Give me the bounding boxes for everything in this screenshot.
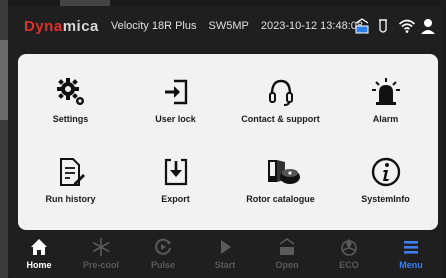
alarm-label: Alarm <box>372 114 399 124</box>
nav-pre-cool[interactable]: Pre-cool <box>70 232 132 278</box>
nav-menu[interactable]: Menu <box>380 232 442 278</box>
wifi-icon <box>398 17 416 35</box>
user-lock-label: User lock <box>155 114 196 124</box>
user-lock-button[interactable]: User lock <box>123 62 228 142</box>
menu-icon <box>401 237 421 257</box>
home-icon <box>29 237 49 257</box>
rotor-catalogue-label: Rotor catalogue <box>246 194 315 204</box>
export-label: Export <box>161 194 190 204</box>
contact-support-label: Contact & support <box>241 114 320 124</box>
login-icon <box>160 76 192 108</box>
lid-icon <box>354 17 370 35</box>
settings-button[interactable]: Settings <box>18 62 123 142</box>
export-icon <box>160 156 192 188</box>
pulse-icon <box>153 237 173 257</box>
info-icon <box>370 156 402 188</box>
nav-open-label: Open <box>275 260 299 270</box>
nav-start[interactable]: Start <box>194 232 256 278</box>
play-icon <box>215 237 235 257</box>
settings-label: Settings <box>52 114 89 124</box>
nav-menu-label: Menu <box>399 260 423 270</box>
eco-icon <box>339 237 359 257</box>
menu-panel: Settings User lock Contact & support Ala… <box>18 54 438 230</box>
document-edit-icon <box>55 156 87 188</box>
background-edge <box>0 0 8 278</box>
tube-icon <box>376 17 392 35</box>
nav-pulse-label: Pulse <box>150 260 175 270</box>
serial-number: SW5MP <box>208 20 249 32</box>
open-lid-icon <box>277 237 297 257</box>
system-info-label: SystemInfo <box>361 194 410 204</box>
device-screen: Dynamica Velocity 18R Plus SW5MP 2023-10… <box>8 6 442 278</box>
brand-logo-part-b: mica <box>62 17 99 35</box>
status-bar: Dynamica Velocity 18R Plus SW5MP 2023-10… <box>8 6 442 46</box>
rotor-catalogue-button[interactable]: Rotor catalogue <box>228 142 333 222</box>
run-history-label: Run history <box>45 194 96 204</box>
run-history-button[interactable]: Run history <box>18 142 123 222</box>
gears-icon <box>55 76 87 108</box>
snowflake-icon <box>91 237 111 257</box>
brand-logo-part-a: Dyna <box>24 17 63 35</box>
nav-home[interactable]: Home <box>8 232 70 278</box>
siren-icon <box>370 76 402 108</box>
nav-eco[interactable]: ECO <box>318 232 380 278</box>
device-model: Velocity 18R Plus <box>110 20 197 32</box>
alarm-button[interactable]: Alarm <box>333 62 438 142</box>
nav-open[interactable]: Open <box>256 232 318 278</box>
status-icons <box>354 17 436 35</box>
contact-support-button[interactable]: Contact & support <box>228 62 333 142</box>
rotor-catalogue-icon <box>265 156 300 188</box>
nav-pre-cool-label: Pre-cool <box>82 260 119 270</box>
nav-home-label: Home <box>26 260 52 270</box>
nav-pulse[interactable]: Pulse <box>132 232 194 278</box>
system-info-button[interactable]: SystemInfo <box>333 142 438 222</box>
nav-start-label: Start <box>214 260 236 270</box>
datetime: 2023-10-12 13:48:08 <box>260 20 363 32</box>
nav-eco-label: ECO <box>339 260 359 270</box>
background-image <box>0 40 8 120</box>
brand-logo: Dynamica <box>24 18 99 35</box>
headset-icon <box>265 76 297 108</box>
user-icon[interactable] <box>420 17 436 35</box>
export-button[interactable]: Export <box>123 142 228 222</box>
bottom-nav: Home Pre-cool Pulse Start Open ECO Menu <box>8 232 442 278</box>
